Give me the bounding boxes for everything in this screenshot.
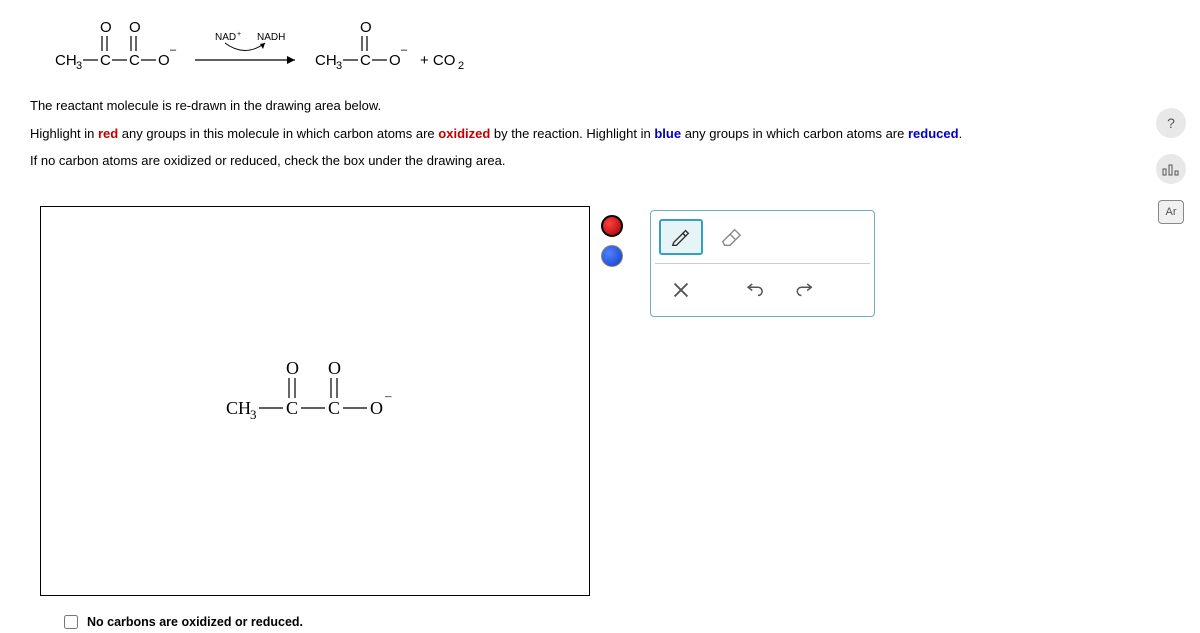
svg-text:+: +	[237, 31, 241, 38]
svg-text:2: 2	[458, 60, 464, 72]
reaction-scheme: CH 3 C O C O O – NAD + NADH CH 3 C O O –…	[30, 10, 630, 80]
svg-text:O: O	[129, 19, 141, 36]
svg-text:O: O	[286, 358, 299, 378]
instruction-line-3: If no carbon atoms are oxidized or reduc…	[30, 151, 1130, 171]
undo-tool[interactable]	[733, 272, 777, 308]
svg-text:–: –	[401, 44, 408, 56]
red-highlight-swatch[interactable]	[601, 215, 623, 237]
svg-text:CH: CH	[226, 398, 251, 418]
drawing-canvas[interactable]: CH 3 C O C O O –	[40, 206, 590, 596]
no-oxidation-checkbox[interactable]	[64, 615, 78, 629]
svg-text:O: O	[360, 19, 372, 36]
svg-text:CH: CH	[55, 52, 77, 69]
svg-text:3: 3	[336, 60, 342, 72]
svg-text:CH: CH	[315, 52, 337, 69]
svg-text:O: O	[389, 52, 401, 69]
svg-text:O: O	[328, 358, 341, 378]
instruction-line-1: The reactant molecule is re-drawn in the…	[30, 96, 1130, 116]
svg-text:NADH: NADH	[257, 32, 285, 43]
svg-text:O: O	[370, 398, 383, 418]
svg-text:3: 3	[76, 60, 82, 72]
help-icon[interactable]: ?	[1156, 108, 1186, 138]
svg-text:–: –	[170, 44, 177, 56]
periodic-table-icon[interactable]: Ar	[1158, 200, 1184, 224]
svg-text:O: O	[100, 19, 112, 36]
highlighter-tool[interactable]	[659, 219, 703, 255]
no-oxidation-label: No carbons are oxidized or reduced.	[87, 615, 303, 629]
svg-text:NAD: NAD	[215, 32, 236, 43]
no-change-checkbox-row: No carbons are oxidized or reduced.	[60, 612, 303, 632]
instructions-block: The reactant molecule is re-drawn in the…	[30, 96, 1130, 179]
blue-highlight-swatch[interactable]	[601, 245, 623, 267]
svg-text:C: C	[328, 398, 340, 418]
stats-icon[interactable]	[1156, 154, 1186, 184]
clear-tool[interactable]	[659, 272, 703, 308]
svg-text:C: C	[129, 52, 140, 69]
svg-text:C: C	[286, 398, 298, 418]
instruction-line-2: Highlight in red any groups in this mole…	[30, 124, 1130, 144]
svg-text:3: 3	[250, 407, 257, 422]
drawing-toolbar	[650, 210, 875, 317]
svg-text:O: O	[158, 52, 170, 69]
redo-tool[interactable]	[783, 272, 827, 308]
svg-text:–: –	[384, 388, 392, 403]
svg-text:+ CO: + CO	[420, 52, 455, 69]
reactant-molecule-drawing[interactable]: CH 3 C O C O O –	[221, 352, 441, 432]
svg-text:C: C	[360, 52, 371, 69]
svg-text:C: C	[100, 52, 111, 69]
eraser-tool[interactable]	[709, 219, 753, 255]
side-icon-column: ? Ar	[1154, 108, 1188, 224]
color-picker	[598, 215, 626, 267]
